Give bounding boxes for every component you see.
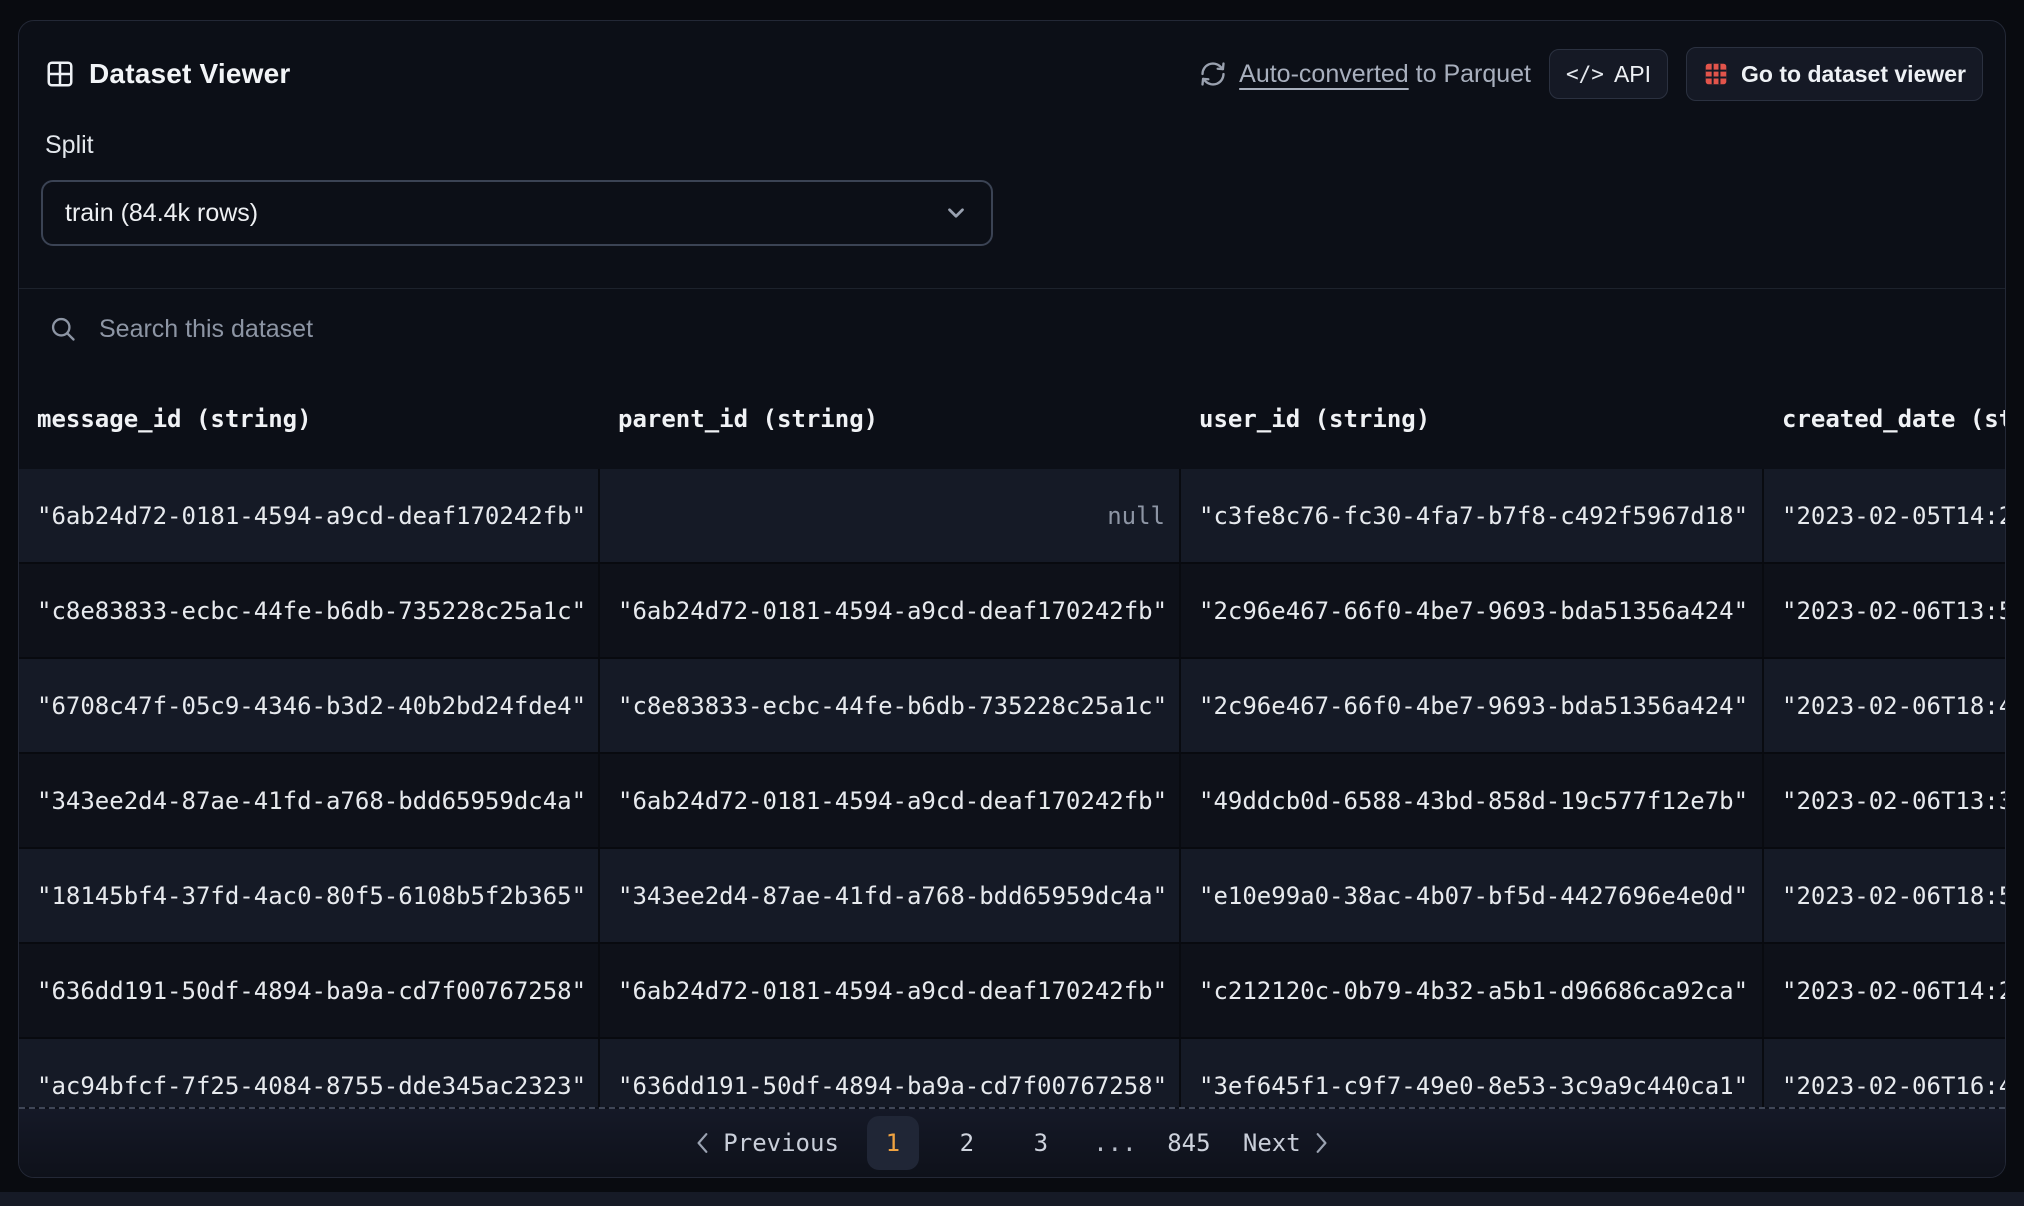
- page-button[interactable]: 1: [866, 1116, 919, 1170]
- table-cell: "c212120c-0b79-4b32-a5b1-d96686ca92ca": [1181, 944, 1764, 1037]
- api-button[interactable]: </> API: [1549, 49, 1669, 99]
- chevron-left-icon: [695, 1132, 711, 1154]
- table-row: "c8e83833-ecbc-44fe-b6db-735228c25a1c" "6…: [19, 564, 2005, 659]
- table-cell: "6ab24d72-0181-4594-a9cd-deaf170242fb": [19, 469, 600, 562]
- table-cell: "2023-02-06T16:4: [1782, 1071, 2005, 1100]
- table-row: "343ee2d4-87ae-41fd-a768-bdd65959dc4a" "6…: [19, 754, 2005, 849]
- page-button[interactable]: 3: [1015, 1116, 1067, 1170]
- table-cell: "49ddcb0d-6588-43bd-858d-19c577f12e7b": [1181, 754, 1764, 847]
- table-cell: "343ee2d4-87ae-41fd-a768-bdd65959dc4a": [600, 849, 1181, 942]
- grid-fill: [1705, 63, 1727, 85]
- split-select[interactable]: train (84.4k rows): [41, 180, 993, 246]
- page-button[interactable]: 845: [1163, 1116, 1215, 1170]
- table-cell: "6ab24d72-0181-4594-a9cd-deaf170242fb": [600, 754, 1181, 847]
- red-grid-icon: [1703, 61, 1729, 87]
- table-cell: "c8e83833-ecbc-44fe-b6db-735228c25a1c": [19, 564, 600, 657]
- pagination-ellipsis: ...: [1093, 1129, 1137, 1157]
- table-cell: "2c96e467-66f0-4be7-9693-bda51356a424": [1181, 564, 1764, 657]
- page-title: Dataset Viewer: [89, 58, 291, 89]
- table-cell: "2023-02-06T13:3: [1782, 786, 2005, 815]
- table-cell: "636dd191-50df-4894-ba9a-cd7f00767258": [19, 944, 600, 1037]
- column-header: user_id (string): [1199, 405, 1431, 433]
- page-buttons: 1 2 3... 845: [859, 1116, 1223, 1170]
- table-cell: "e10e99a0-38ac-4b07-bf5d-4427696e4e0d": [1181, 849, 1764, 942]
- table-cell: "636dd191-50df-4894-ba9a-cd7f00767258": [600, 1039, 1181, 1107]
- table-body: "6ab24d72-0181-4594-a9cd-deaf170242fb" nu…: [19, 469, 2005, 1107]
- column-header: parent_id (string): [618, 405, 879, 433]
- search-bar: [19, 288, 2005, 369]
- previous-button[interactable]: Previous: [681, 1129, 853, 1157]
- split-select-value: train (84.4k rows): [65, 198, 259, 227]
- refresh-icon: [1199, 60, 1227, 88]
- table-cell: "c8e83833-ecbc-44fe-b6db-735228c25a1c": [600, 659, 1181, 752]
- topbar: Dataset Viewer Auto-converted to Parquet: [19, 21, 2005, 101]
- table-cell: "2023-02-06T13:5: [1782, 596, 2005, 625]
- goto-dataset-viewer-button[interactable]: Go to dataset viewer: [1686, 47, 1983, 101]
- to-parquet-label: to Parquet: [1408, 59, 1532, 88]
- table-row: "6708c47f-05c9-4346-b3d2-40b2bd24fde4" "c…: [19, 659, 2005, 754]
- auto-converted-link[interactable]: Auto-converted: [1239, 60, 1409, 88]
- table-cell: "ac94bfcf-7f25-4084-8755-dde345ac2323": [19, 1039, 600, 1107]
- table-cell: "6708c47f-05c9-4346-b3d2-40b2bd24fde4": [19, 659, 600, 752]
- chevron-down-icon: [943, 200, 969, 226]
- chevron-right-icon: [1313, 1132, 1329, 1154]
- dataset-viewer-card: Dataset Viewer Auto-converted to Parquet: [18, 20, 2006, 1178]
- table-cell: "2023-02-05T14:2: [1782, 501, 2005, 530]
- table-cell: "3ef645f1-c9f7-49e0-8e53-3c9a9c440ca1": [1181, 1039, 1764, 1107]
- table-cell: "6ab24d72-0181-4594-a9cd-deaf170242fb": [600, 944, 1181, 1037]
- column-header: message_id (string): [37, 405, 312, 433]
- table-cell: "343ee2d4-87ae-41fd-a768-bdd65959dc4a": [19, 754, 600, 847]
- table-cell: "2023-02-06T14:2: [1782, 976, 2005, 1005]
- search-input[interactable]: [97, 313, 2005, 345]
- search-icon: [49, 315, 77, 343]
- page-button[interactable]: 2: [941, 1116, 993, 1170]
- next-button[interactable]: Next: [1229, 1129, 1343, 1157]
- table-cell: "6ab24d72-0181-4594-a9cd-deaf170242fb": [600, 564, 1181, 657]
- table-header-row: message_id (string) parent_id (string) use…: [19, 369, 2005, 469]
- table-scroll-area[interactable]: message_id (string) parent_id (string) use…: [19, 369, 2005, 1107]
- code-icon: </>: [1566, 62, 1604, 86]
- table-row: "636dd191-50df-4894-ba9a-cd7f00767258" "6…: [19, 944, 2005, 1039]
- table-icon: [45, 59, 75, 89]
- table-cell: "2c96e467-66f0-4be7-9693-bda51356a424": [1181, 659, 1764, 752]
- table-cell: null: [600, 469, 1181, 562]
- table-cell: "18145bf4-37fd-4ac0-80f5-6108b5f2b365": [19, 849, 600, 942]
- table-row: "18145bf4-37fd-4ac0-80f5-6108b5f2b365" "3…: [19, 849, 2005, 944]
- bottom-band: [0, 1192, 2024, 1206]
- column-header: created_date (string): [1782, 405, 2005, 433]
- table-cell: "2023-02-06T18:4: [1782, 691, 2005, 720]
- table-row: "6ab24d72-0181-4594-a9cd-deaf170242fb" nu…: [19, 469, 2005, 564]
- table-row: "ac94bfcf-7f25-4084-8755-dde345ac2323" "6…: [19, 1039, 2005, 1107]
- table-cell: "2023-02-06T18:5: [1782, 881, 2005, 910]
- table-cell: "c3fe8c76-fc30-4fa7-b7f8-c492f5967d18": [1181, 469, 1764, 562]
- split-label: Split: [45, 131, 94, 159]
- pagination-bar: Previous 1 2 3... 845 Next: [19, 1107, 2005, 1177]
